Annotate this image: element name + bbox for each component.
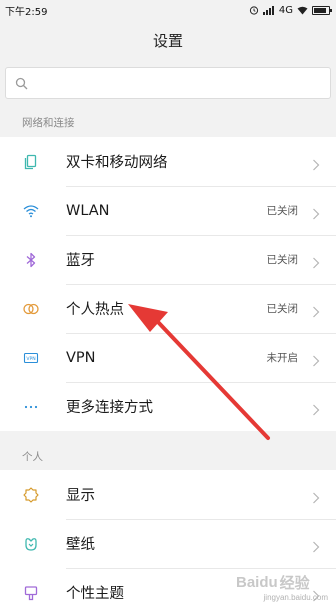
chevron-right-icon <box>312 156 320 170</box>
settings-item-label: 蓝牙 <box>66 253 95 269</box>
svg-text:VPN: VPN <box>26 356 35 362</box>
more-dots-icon <box>22 398 40 416</box>
settings-item-status: 已关闭 <box>266 205 299 217</box>
theme-icon <box>22 584 40 602</box>
settings-item-wlan[interactable]: WLAN 已关闭 <box>0 186 336 235</box>
settings-item-hotspot[interactable]: 个人热点 已关闭 <box>0 284 336 333</box>
chevron-right-icon <box>312 352 320 366</box>
chevron-right-icon <box>312 401 320 415</box>
chevron-right-icon <box>312 254 320 268</box>
page-title: 设置 <box>152 32 183 50</box>
hotspot-icon <box>22 300 40 318</box>
signal-icon <box>262 5 274 15</box>
settings-item-label: WLAN <box>66 202 110 219</box>
network-group: 双卡和移动网络 WLAN 已关闭 蓝牙 已关闭 个人热点 已关闭 VPN VPN… <box>0 137 336 431</box>
status-icons: 4G <box>249 4 332 16</box>
wallpaper-icon <box>22 535 40 553</box>
section-label-personal: 个人 <box>22 451 43 463</box>
alarm-icon <box>249 6 258 15</box>
sim-card-icon <box>22 153 40 171</box>
settings-item-label: 个性主题 <box>66 586 124 602</box>
settings-item-label: 双卡和移动网络 <box>66 155 168 171</box>
search-input[interactable] <box>5 67 331 99</box>
settings-item-label: VPN <box>66 349 96 366</box>
settings-item-dual-sim[interactable]: 双卡和移动网络 <box>0 137 336 186</box>
chevron-right-icon <box>312 205 320 219</box>
network-type: 4G <box>278 4 293 16</box>
settings-item-label: 壁纸 <box>66 537 95 553</box>
settings-item-vpn[interactable]: VPN VPN 未开启 <box>0 333 336 382</box>
settings-item-more-connections[interactable]: 更多连接方式 <box>0 382 336 431</box>
watermark: Baidu 经验 jingyan.baidu.com <box>236 562 332 603</box>
settings-item-status: 未开启 <box>266 352 299 364</box>
wifi-status-icon <box>297 6 308 14</box>
watermark-text: 经验 <box>279 574 310 592</box>
wifi-icon <box>22 202 40 220</box>
section-label-network: 网络和连接 <box>22 117 75 129</box>
display-icon <box>22 486 40 504</box>
watermark-brand: Baidu <box>236 573 278 591</box>
search-icon <box>15 77 28 89</box>
settings-item-status: 已关闭 <box>266 254 299 266</box>
battery-icon <box>312 5 332 15</box>
bluetooth-icon <box>22 251 40 269</box>
settings-item-label: 显示 <box>66 488 95 504</box>
settings-item-label: 个人热点 <box>66 302 124 318</box>
status-time: 下午2:59 <box>5 6 48 18</box>
chevron-right-icon <box>312 303 320 317</box>
status-bar: 下午2:59 4G <box>0 0 336 20</box>
chevron-right-icon <box>312 489 320 503</box>
watermark-url: jingyan.baidu.com <box>263 593 328 602</box>
settings-item-wallpaper[interactable]: 壁纸 <box>0 519 336 568</box>
settings-item-display[interactable]: 显示 <box>0 470 336 519</box>
chevron-right-icon <box>312 538 320 552</box>
settings-item-status: 已关闭 <box>266 303 299 315</box>
vpn-icon: VPN <box>22 349 40 367</box>
settings-item-bluetooth[interactable]: 蓝牙 已关闭 <box>0 235 336 284</box>
settings-item-label: 更多连接方式 <box>66 400 153 416</box>
